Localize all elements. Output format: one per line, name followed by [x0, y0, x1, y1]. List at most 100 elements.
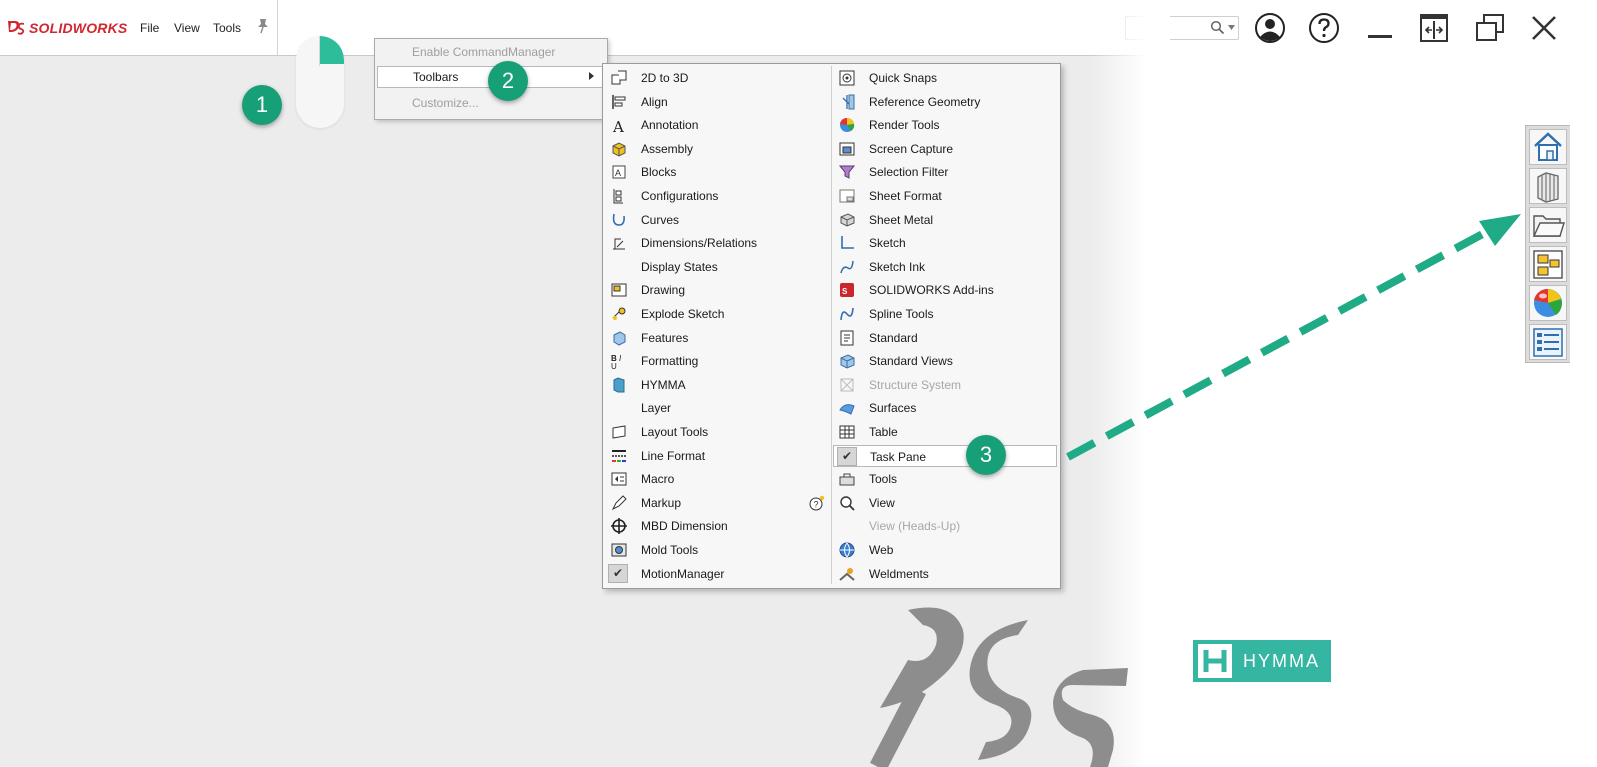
- chevron-down-icon[interactable]: [1228, 25, 1235, 30]
- toolbar-item-macro[interactable]: Macro: [605, 468, 829, 490]
- toolbar-item-render-tools[interactable]: Render Tools: [833, 114, 1057, 136]
- pin-icon[interactable]: [256, 18, 270, 34]
- tab-file-explorer[interactable]: [1529, 207, 1567, 243]
- sketch-ink-icon: [840, 260, 854, 273]
- toolbar-item-label: Web: [869, 543, 894, 557]
- toolbar-item-2d-to-3d[interactable]: 2D to 3D: [605, 67, 829, 89]
- toolbar-item-formatting[interactable]: B I U Formatting: [605, 350, 829, 372]
- toolbar-item-dimensions-relations[interactable]: Dimensions/Relations: [605, 232, 829, 254]
- curves-icon: [612, 213, 625, 226]
- toolbar-item-label: Spline Tools: [869, 307, 934, 321]
- toolbar-item-mold-tools[interactable]: Mold Tools: [605, 539, 829, 561]
- 2d-to-3d-icon: [611, 70, 627, 85]
- toolbar-item-label: 2D to 3D: [641, 71, 689, 85]
- toolbar-item-structure-system[interactable]: Structure System: [833, 374, 1057, 396]
- close-icon[interactable]: [1528, 12, 1560, 44]
- toolbar-item-reference-geometry[interactable]: Reference Geometry: [833, 91, 1057, 113]
- help-icon[interactable]: [1308, 12, 1340, 44]
- toolbar-item-align[interactable]: Align: [605, 91, 829, 113]
- menu-item-enable-commandmanager[interactable]: Enable CommandManager: [377, 41, 605, 63]
- toolbar-item-spline-tools[interactable]: Spline Tools: [833, 303, 1057, 325]
- toolbar-item-sketch[interactable]: Sketch: [833, 232, 1057, 254]
- toolbar-item-display-states[interactable]: Display States: [605, 256, 829, 278]
- toolbar-item-curves[interactable]: Curves: [605, 209, 829, 231]
- toolbar-item-web[interactable]: Web: [833, 539, 1057, 561]
- hymma-brand-text: HYMMA: [1243, 651, 1320, 671]
- toolbar-item-surfaces[interactable]: Surfaces: [833, 397, 1057, 419]
- toolbar-item-layout-tools[interactable]: Layout Tools: [605, 421, 829, 443]
- toolbar-separator: [277, 0, 278, 55]
- structure-system-icon: [840, 378, 854, 392]
- toolbar-item-assembly[interactable]: Assembly: [605, 138, 829, 160]
- toolbar-item-sketch-ink[interactable]: Sketch Ink: [833, 256, 1057, 278]
- toolbar-item-label: View (Heads-Up): [869, 519, 961, 534]
- appearances-icon: [1534, 288, 1562, 317]
- features-icon: [613, 331, 626, 346]
- dimensions-icon: [613, 238, 625, 250]
- configurations-icon: [613, 189, 623, 204]
- help-icon[interactable]: ?: [809, 495, 825, 511]
- minimize-icon[interactable]: [1364, 12, 1396, 44]
- toolbar-item-hymma[interactable]: HYMMA: [605, 374, 829, 396]
- toolbar-item-label: Sheet Format: [869, 189, 942, 203]
- toolbar-item-tools[interactable]: Tools: [833, 468, 1057, 490]
- restore-window-icon[interactable]: [1474, 12, 1506, 44]
- toolbar-item-view-heads-up[interactable]: View (Heads-Up): [833, 515, 1057, 537]
- toolbar-item-solidworks-add-ins[interactable]: S SOLIDWORKS Add-ins: [833, 279, 1057, 301]
- menu-item-customize[interactable]: Customize...: [377, 92, 605, 114]
- tab-custom-properties[interactable]: [1529, 324, 1567, 360]
- toolbar-item-blocks[interactable]: A Blocks: [605, 161, 829, 183]
- submenu-arrow-icon: [589, 72, 594, 80]
- toolbar-item-annotation[interactable]: A Annotation: [605, 114, 829, 136]
- align-icon: [612, 94, 626, 109]
- toolbar-item-mbd-dimension[interactable]: MBD Dimension: [605, 515, 829, 537]
- toolbar-item-drawing[interactable]: Drawing: [605, 279, 829, 301]
- toolbar-item-label: Task Pane: [870, 449, 927, 464]
- toolbar-item-label: Table: [869, 425, 898, 439]
- toolbar-item-weldments[interactable]: Weldments: [833, 563, 1057, 585]
- toolbar-item-label: Weldments: [869, 566, 929, 581]
- checkmark-icon: ✔: [837, 446, 857, 466]
- toolbars-submenu: 2D to 3D Align A Annotation Assembly A Blocks C…: [602, 63, 1061, 589]
- mbd-dimension-icon: [611, 518, 627, 535]
- hymma-brand-logo: HYMMA: [1193, 640, 1331, 682]
- toolbar-item-label: Display States: [641, 259, 718, 274]
- menu-tools[interactable]: Tools: [213, 21, 241, 35]
- custom-properties-icon: [1533, 328, 1563, 357]
- toolbar-item-layer[interactable]: Layer: [605, 397, 829, 419]
- toolbar-item-screen-capture[interactable]: Screen Capture: [833, 138, 1057, 160]
- selection-filter-icon: [839, 165, 855, 180]
- menu-file[interactable]: File: [140, 21, 159, 35]
- tab-design-library[interactable]: [1529, 168, 1567, 204]
- tab-home[interactable]: [1529, 129, 1567, 165]
- title-bar: SOLIDWORKS File View Tools ls: [0, 0, 1597, 56]
- toolbar-item-task-pane[interactable]: ✔ Task Pane: [833, 444, 1057, 467]
- drawing-icon: [611, 283, 627, 297]
- toolbar-item-standard[interactable]: Standard: [833, 327, 1057, 349]
- toolbar-item-explode-sketch[interactable]: Explode Sketch: [605, 303, 829, 325]
- toolbar-item-selection-filter[interactable]: Selection Filter: [833, 161, 1057, 183]
- annotation-icon: A: [612, 118, 624, 133]
- toolbar-item-standard-views[interactable]: Standard Views: [833, 350, 1057, 372]
- toolbar-item-features[interactable]: Features: [605, 327, 829, 349]
- toolbar-item-label: Curves: [641, 212, 680, 227]
- solidworks-logo[interactable]: SOLIDWORKS: [6, 18, 127, 38]
- toolbar-item-configurations[interactable]: Configurations: [605, 185, 829, 207]
- toolbar-item-table[interactable]: Table: [833, 421, 1057, 443]
- toolbar-item-sheet-format[interactable]: Sheet Format: [833, 185, 1057, 207]
- assembly-icon: [612, 142, 626, 157]
- toolbar-item-sheet-metal[interactable]: Sheet Metal: [833, 209, 1057, 231]
- design-library-icon: [1537, 172, 1559, 203]
- toolbar-item-motionmanager[interactable]: ✔ MotionManager: [605, 563, 829, 585]
- user-account-icon[interactable]: [1254, 12, 1286, 44]
- toolbar-item-quick-snaps[interactable]: Quick Snaps: [833, 67, 1057, 89]
- hymma-h-icon: [1198, 644, 1232, 678]
- toolbar-item-line-format[interactable]: Line Format: [605, 445, 829, 467]
- toolbar-item-view[interactable]: View: [833, 492, 1057, 514]
- menu-view[interactable]: View: [174, 21, 200, 35]
- toolbar-item-markup[interactable]: Markup?: [605, 492, 829, 514]
- tab-appearances[interactable]: [1529, 285, 1567, 321]
- search-icon[interactable]: [1210, 20, 1225, 35]
- restore-split-icon[interactable]: [1418, 12, 1450, 44]
- tab-view-palette[interactable]: [1529, 246, 1567, 282]
